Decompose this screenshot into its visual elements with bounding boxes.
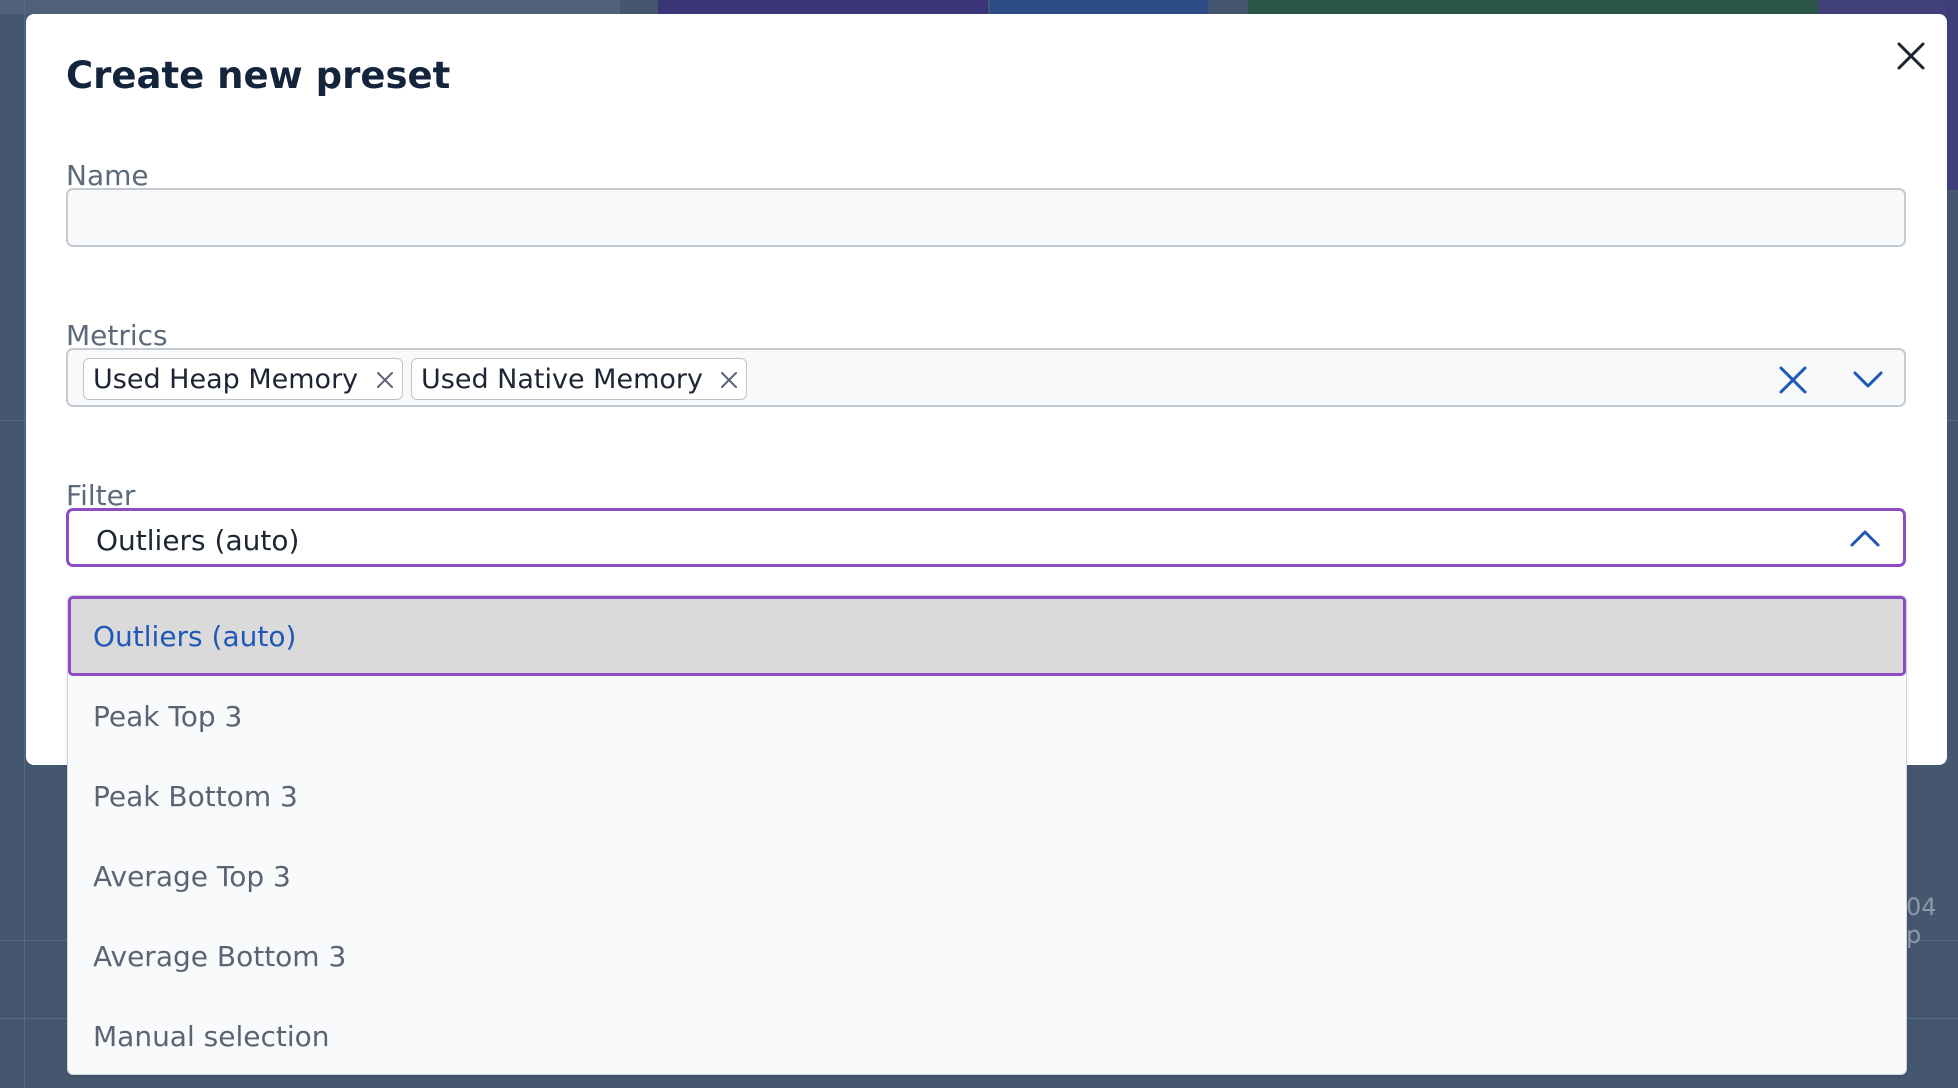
- background-header-segment: [0, 0, 620, 14]
- remove-chip-icon[interactable]: [718, 369, 740, 391]
- metric-chip: Used Native Memory: [411, 358, 747, 400]
- metric-chip-label: Used Native Memory: [421, 363, 703, 395]
- name-input[interactable]: [66, 188, 1906, 247]
- metrics-multiselect[interactable]: Used Heap Memory Used Native Memory: [66, 348, 1906, 407]
- filter-option-peak-top-3[interactable]: Peak Top 3: [68, 676, 1906, 756]
- filter-option-average-top-3[interactable]: Average Top 3: [68, 836, 1906, 916]
- background-divider: [24, 0, 25, 1088]
- modal-title: Create new preset: [66, 54, 451, 97]
- clear-icon[interactable]: [1777, 364, 1809, 396]
- metric-chip-label: Used Heap Memory: [93, 363, 359, 395]
- filter-selected-value: Outliers (auto): [96, 524, 300, 557]
- filter-select[interactable]: Outliers (auto): [66, 508, 1906, 567]
- background-header-segment: [1248, 0, 1818, 14]
- background-peek-text: 04 p: [1906, 893, 1937, 949]
- metric-chip: Used Heap Memory: [83, 358, 403, 400]
- filter-option-peak-bottom-3[interactable]: Peak Bottom 3: [68, 756, 1906, 836]
- background-header-segment: [990, 0, 1208, 14]
- background-header-segment: [1818, 0, 1958, 14]
- filter-option-average-bottom-3[interactable]: Average Bottom 3: [68, 916, 1906, 996]
- filter-dropdown-list: Outliers (auto) Peak Top 3 Peak Bottom 3…: [67, 595, 1907, 1075]
- background-header-segment: [658, 0, 988, 14]
- remove-chip-icon[interactable]: [374, 369, 396, 391]
- close-icon[interactable]: [1891, 36, 1931, 76]
- chevron-down-icon[interactable]: [1852, 363, 1884, 395]
- filter-option-manual-selection[interactable]: Manual selection: [68, 996, 1906, 1074]
- filter-option-outliers-auto[interactable]: Outliers (auto): [68, 596, 1906, 676]
- chevron-up-icon[interactable]: [1849, 523, 1881, 555]
